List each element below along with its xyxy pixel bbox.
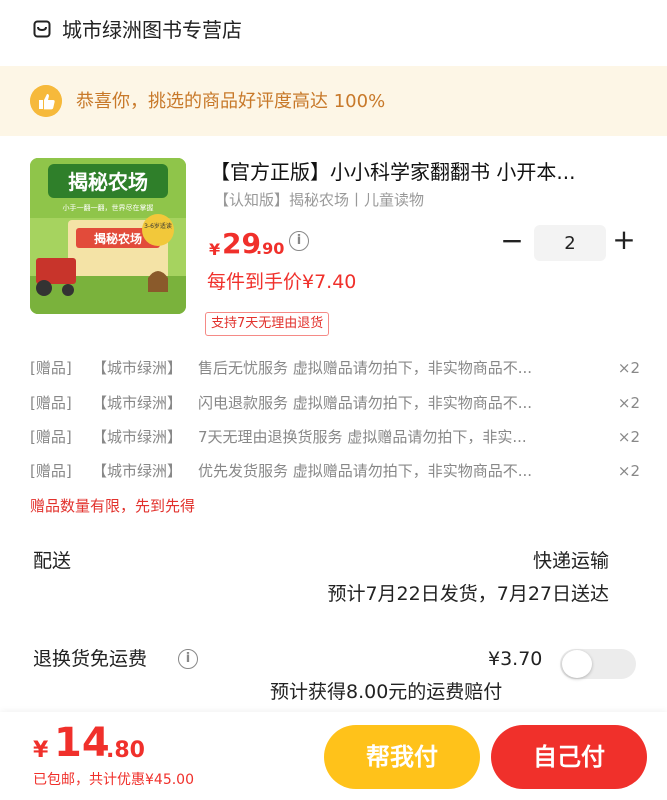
total-discount-text: 已包邮，共计优惠¥45.00 (33, 772, 194, 788)
unit-price: 每件到手价¥7.40 (207, 271, 357, 293)
gift-qty: ×2 (617, 359, 640, 377)
gift-qty: ×2 (617, 428, 640, 446)
gift-row: [赠品] 【城市绿洲】 闪电退款服务 虚拟赠品请勿拍下，非实物商品不... ×2 (30, 389, 640, 417)
gift-tag: [赠品] (30, 359, 72, 377)
gift-shop: 【城市绿洲】 (92, 394, 183, 412)
gift-shop: 【城市绿洲】 (92, 428, 183, 446)
return-freight-toggle[interactable] (560, 649, 636, 679)
product-spec[interactable]: 【认知版】揭秘农场丨儿童读物 (214, 188, 424, 212)
return-freight-price: ¥3.70 (488, 648, 543, 670)
gift-tag: [赠品] (30, 428, 72, 446)
price-decimal: .90 (256, 239, 285, 258)
gift-desc: 售后无忧服务 虚拟赠品请勿拍下，非实物商品不... (198, 359, 533, 377)
toggle-knob (562, 650, 592, 678)
gift-qty: ×2 (617, 394, 640, 412)
total-decimal: .80 (106, 738, 145, 763)
gift-desc: 闪电退款服务 虚拟赠品请勿拍下，非实物商品不... (198, 394, 533, 412)
cover-inner-title: 揭秘农场 (94, 231, 142, 246)
store-icon (33, 20, 51, 38)
cover-age-badge: 3-6岁适读 (144, 222, 172, 230)
gift-row: [赠品] 【城市绿洲】 7天无理由退换货服务 虚拟赠品请勿拍下，非实... ×2 (30, 423, 640, 451)
price-info-icon[interactable]: i (289, 231, 309, 251)
price-currency: ¥ (209, 240, 221, 259)
gift-tag: [赠品] (30, 394, 72, 412)
cover-title: 揭秘农场 (68, 170, 148, 194)
quantity-field[interactable] (534, 225, 606, 261)
gift-row: [赠品] 【城市绿洲】 优先发货服务 虚拟赠品请勿拍下，非实物商品不... ×2 (30, 457, 640, 485)
gift-note: 赠品数量有限，先到先得 (30, 497, 196, 515)
quantity-decrease-button[interactable]: − (499, 227, 525, 255)
return-policy-badge: 支持7天无理由退货 (205, 312, 330, 336)
return-freight-info-icon[interactable]: i (178, 649, 198, 669)
quantity-increase-button[interactable]: + (611, 226, 637, 254)
gift-row: [赠品] 【城市绿洲】 售后无忧服务 虚拟赠品请勿拍下，非实物商品不... ×2 (30, 354, 640, 382)
help-me-pay-button[interactable]: 帮我付 (324, 725, 480, 789)
delivery-eta: 预计7月22日发货，7月27日送达 (327, 583, 609, 605)
gift-desc: 优先发货服务 虚拟赠品请勿拍下，非实物商品不... (198, 462, 533, 480)
gift-shop: 【城市绿洲】 (92, 462, 183, 480)
gift-qty: ×2 (617, 462, 640, 480)
return-freight-label: 退换货免运费 (33, 648, 148, 670)
cover-subtitle: 小手一翻一翻，世界尽在掌握 (63, 203, 154, 212)
thumbs-up-icon (30, 85, 62, 117)
gift-shop: 【城市绿洲】 (92, 359, 183, 377)
gift-desc: 7天无理由退换货服务 虚拟赠品请勿拍下，非实... (198, 428, 527, 446)
product-title[interactable]: 【官方正版】小小科学家翻翻书 小开本... (210, 157, 630, 187)
gift-tag: [赠品] (30, 462, 72, 480)
product-image[interactable]: 揭秘农场 小手一翻一翻，世界尽在掌握 揭秘农场 3-6岁适读 (30, 158, 186, 314)
total-currency: ¥ (33, 738, 49, 763)
total-integer: 14 (54, 720, 110, 766)
delivery-method[interactable]: 快递运输 (533, 547, 609, 575)
banner-text: 恭喜你，挑选的商品好评度高达 100% (76, 91, 386, 112)
return-freight-compensation: 预计获得8.00元的运费赔付 (270, 681, 503, 703)
store-name[interactable]: 城市绿洲图书专营店 (62, 16, 242, 44)
delivery-label: 配送 (33, 550, 72, 572)
pay-myself-button[interactable]: 自己付 (491, 725, 647, 789)
